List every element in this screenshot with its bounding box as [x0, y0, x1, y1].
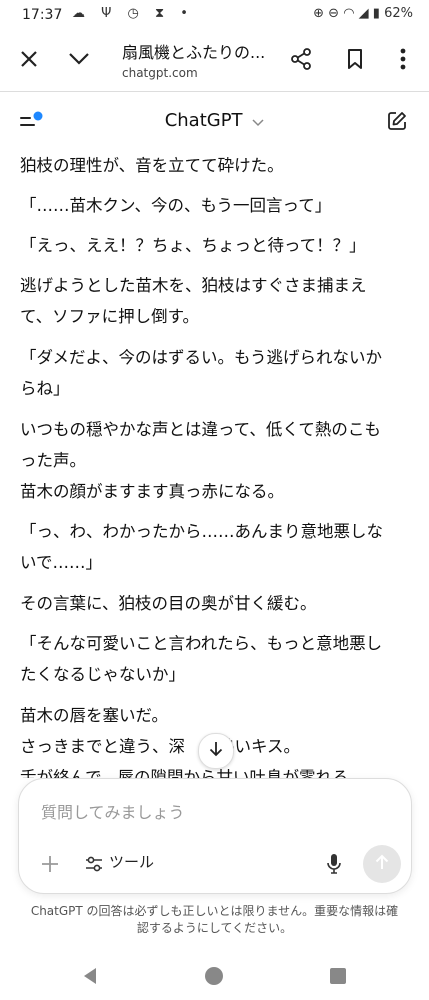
scroll-down-button[interactable] [198, 733, 234, 769]
status-bar: 17:37 ☁ Ψ ◷ ⧗ • ⊕ ⊖ ◠ ◢ ▮ 62% [0, 0, 429, 30]
chevron-down-icon[interactable] [62, 42, 96, 76]
message-paragraph: 「えっ、ええ！？ちょ、ちょっと待って！？」 [20, 236, 366, 255]
share-icon[interactable] [284, 42, 318, 76]
system-status-icons: ⊕ ⊖ ◠ ◢ [313, 6, 373, 21]
message-paragraph: 逃げようとした苗木を、狛枝はすぐさま捕まえ て、ソファに押し倒す。 [20, 276, 367, 326]
arrow-down-icon [209, 741, 223, 761]
more-vert-icon[interactable] [386, 42, 420, 76]
chat-header: ChatGPT [0, 92, 429, 150]
message-paragraph: その言葉に、狛枝の目の奥が甘く緩む。 [20, 594, 317, 613]
chevron-down-icon [252, 111, 264, 132]
model-selector[interactable]: ChatGPT [0, 110, 429, 132]
browser-toolbar: 扇風機とふたりの... chatgpt.com [0, 30, 429, 90]
battery-level: 62% [384, 6, 413, 21]
recents-icon[interactable] [326, 964, 350, 988]
tools-button-label[interactable]: ツール [109, 851, 154, 872]
system-nav-bar [0, 950, 429, 1000]
add-icon[interactable] [35, 849, 65, 879]
page-url: chatgpt.com [122, 66, 198, 80]
message-input[interactable]: 質問してみましょう [41, 799, 185, 823]
home-icon[interactable] [202, 964, 226, 988]
back-icon[interactable] [78, 964, 102, 988]
page-title: 扇風機とふたりの... [122, 43, 266, 62]
message-composer: 質問してみましょう ツール [18, 778, 412, 894]
new-chat-icon[interactable] [380, 104, 414, 138]
status-right: ⊕ ⊖ ◠ ◢ ▮ 62% [313, 6, 413, 21]
send-button[interactable] [363, 845, 401, 883]
microphone-icon[interactable] [319, 849, 349, 879]
message-paragraph: 「ダメだよ、今のはずるい。もう逃げられないか らね」 [20, 348, 383, 398]
notification-icons: ☁ Ψ ◷ ⧗ • [72, 6, 194, 21]
disclaimer-text: ChatGPT の回答は必ずしも正しいとは限りません。重要な情報は確 認するよう… [30, 904, 399, 935]
bookmark-icon[interactable] [338, 42, 372, 76]
message-paragraph: 「っ、わ、わかったから……あんまり意地悪しな いで……」 [20, 522, 383, 572]
tools-icon[interactable] [79, 849, 109, 879]
message-paragraph: 狛枝の理性が、音を立てて砕けた。 [20, 156, 284, 175]
app-title: ChatGPT [164, 110, 243, 131]
battery-icon: ▮ [372, 6, 380, 21]
message-paragraph: いつもの穏やかな声とは違って、低くて熱のこも った声。 苗木の顔がますます真っ赤… [20, 420, 381, 501]
close-icon[interactable] [12, 42, 46, 76]
message-paragraph: 「そんな可愛いこと言われたら、もっと意地悪し たくなるじゃないか」 [20, 634, 383, 684]
chat-transcript: 狛枝の理性が、音を立てて砕けた。 「……苗木クン、今の、もう一回言って」 「えっ… [0, 150, 429, 778]
message-paragraph: 「……苗木クン、今の、もう一回言って」 [20, 196, 332, 215]
status-time: 17:37 [22, 7, 63, 23]
arrow-up-icon [375, 854, 389, 874]
